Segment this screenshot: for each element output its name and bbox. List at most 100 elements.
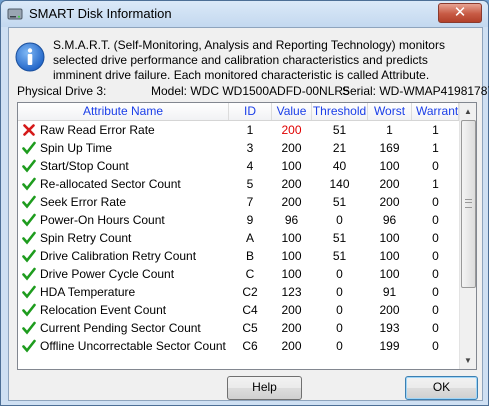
- help-button[interactable]: Help: [227, 376, 302, 400]
- table-row[interactable]: Re-allocated Sector Count 5 200 140 200 1: [18, 175, 459, 193]
- title-bar[interactable]: SMART Disk Information ✕: [1, 1, 488, 27]
- cell-worst: 200: [379, 303, 400, 317]
- cell-warranty: 1: [432, 123, 439, 137]
- table-row[interactable]: Seek Error Rate 7 200 51 200 0: [18, 193, 459, 211]
- table-row[interactable]: Relocation Event Count C4 200 0 200 0: [18, 301, 459, 319]
- cell-value: 200: [281, 141, 302, 155]
- attributes-table[interactable]: Attribute Name ID Value Threshold Worst …: [17, 102, 477, 370]
- cell-warranty: 1: [432, 141, 439, 155]
- scroll-down-arrow-icon[interactable]: ▼: [460, 352, 476, 369]
- column-header-warranty[interactable]: Warranty: [412, 103, 459, 120]
- cell-value: 200: [281, 195, 302, 209]
- cell-name: HDA Temperature: [40, 285, 136, 299]
- table-header: Attribute Name ID Value Threshold Worst …: [18, 103, 459, 121]
- cell-value: 200: [281, 123, 302, 137]
- cell-value: 200: [281, 321, 302, 335]
- cell-threshold: 0: [336, 339, 343, 353]
- cell-name: Power-On Hours Count: [40, 213, 165, 227]
- column-header-id[interactable]: ID: [229, 103, 272, 120]
- cell-name: Relocation Event Count: [40, 303, 167, 317]
- close-icon: ✕: [453, 3, 467, 21]
- column-header-value[interactable]: Value: [272, 103, 312, 120]
- cell-name: Spin Retry Count: [40, 231, 132, 245]
- cell-name: Seek Error Rate: [40, 195, 127, 209]
- cell-threshold: 51: [332, 195, 347, 209]
- cell-id: C4: [242, 303, 258, 317]
- table-row[interactable]: Drive Calibration Retry Count B 100 51 100 0: [18, 247, 459, 265]
- cell-warranty: 1: [432, 177, 439, 191]
- cell-threshold: 21: [332, 141, 347, 155]
- table-row[interactable]: Start/Stop Count 4 100 40 100 0: [18, 157, 459, 175]
- description-text: S.M.A.R.T. (Self-Monitoring, Analysis an…: [53, 38, 445, 82]
- cell-warranty: 0: [432, 213, 439, 227]
- cell-threshold: 0: [336, 285, 343, 299]
- cell-name: Raw Read Error Rate: [40, 123, 155, 137]
- drive-model: Model: WDC WD1500ADFD-00NLR5: [151, 84, 350, 98]
- scrollbar-thumb[interactable]: [461, 120, 476, 288]
- cell-warranty: 0: [432, 339, 439, 353]
- vertical-scrollbar[interactable]: ▲ ▼: [459, 103, 476, 369]
- cell-threshold: 140: [329, 177, 350, 191]
- cell-worst: 91: [382, 285, 397, 299]
- cell-id: 1: [246, 123, 254, 137]
- cell-worst: 96: [382, 213, 397, 227]
- cell-warranty: 0: [432, 321, 439, 335]
- cell-name: Drive Power Cycle Count: [40, 267, 175, 281]
- cell-worst: 193: [379, 321, 400, 335]
- cell-warranty: 0: [432, 285, 439, 299]
- cell-value: 200: [281, 303, 302, 317]
- cell-id: C2: [242, 285, 258, 299]
- ok-button[interactable]: OK: [405, 376, 478, 400]
- cell-id: 5: [246, 177, 254, 191]
- cell-id: C: [245, 267, 255, 281]
- cell-threshold: 51: [332, 231, 347, 245]
- window-title: SMART Disk Information: [29, 6, 172, 21]
- cell-worst: 100: [379, 231, 400, 245]
- cell-name: Spin Up Time: [40, 141, 113, 155]
- cell-worst: 1: [386, 123, 393, 137]
- cell-worst: 100: [379, 159, 400, 173]
- cell-worst: 200: [379, 177, 400, 191]
- drive-serial: Serial: WD-WMAP41981787: [342, 84, 489, 98]
- column-header-threshold[interactable]: Threshold: [312, 103, 368, 120]
- cell-id: B: [245, 249, 254, 263]
- cell-warranty: 0: [432, 231, 439, 245]
- drive-label: Physical Drive 3:: [17, 84, 107, 98]
- column-header-worst[interactable]: Worst: [368, 103, 412, 120]
- cell-id: C6: [242, 339, 258, 353]
- cell-warranty: 0: [432, 267, 439, 281]
- cell-warranty: 0: [432, 249, 439, 263]
- scroll-up-arrow-icon[interactable]: ▲: [460, 103, 476, 120]
- cell-warranty: 0: [432, 303, 439, 317]
- cell-worst: 200: [379, 195, 400, 209]
- cell-id: 9: [246, 213, 254, 227]
- cell-warranty: 0: [432, 195, 439, 209]
- table-row[interactable]: Raw Read Error Rate 1 200 51 1 1: [18, 121, 459, 139]
- cell-name: Current Pending Sector Count: [40, 321, 201, 335]
- table-body: Raw Read Error Rate 1 200 51 1 1 Spin Up Time 3…: [18, 121, 459, 355]
- cell-name: Drive Calibration Retry Count: [40, 249, 197, 263]
- table-row[interactable]: Power-On Hours Count 9 96 0 96 0: [18, 211, 459, 229]
- table-row[interactable]: Offline Uncorrectable Sector Count C6 200 0…: [18, 337, 459, 355]
- cell-value: 123: [281, 285, 302, 299]
- cell-name: Re-allocated Sector Count: [40, 177, 181, 191]
- cell-threshold: 51: [332, 123, 347, 137]
- cell-worst: 100: [379, 249, 400, 263]
- cell-value: 96: [284, 213, 299, 227]
- table-row[interactable]: HDA Temperature C2 123 0 91 0: [18, 283, 459, 301]
- cell-id: A: [245, 231, 254, 245]
- info-icon: [15, 42, 45, 72]
- table-row[interactable]: Spin Retry Count A 100 51 100 0: [18, 229, 459, 247]
- close-button[interactable]: ✕: [438, 3, 482, 23]
- cell-value: 200: [281, 339, 302, 353]
- cell-value: 100: [281, 231, 302, 245]
- grip-icon: [465, 199, 472, 208]
- table-row[interactable]: Spin Up Time 3 200 21 169 1: [18, 139, 459, 157]
- cell-value: 100: [281, 159, 302, 173]
- cell-id: 7: [246, 195, 254, 209]
- column-header-attribute-name[interactable]: Attribute Name: [18, 103, 229, 120]
- table-row[interactable]: Drive Power Cycle Count C 100 0 100 0: [18, 265, 459, 283]
- table-row[interactable]: Current Pending Sector Count C5 200 0 193 0: [18, 319, 459, 337]
- cell-threshold: 51: [332, 249, 347, 263]
- cell-name: Offline Uncorrectable Sector Count: [40, 339, 226, 353]
